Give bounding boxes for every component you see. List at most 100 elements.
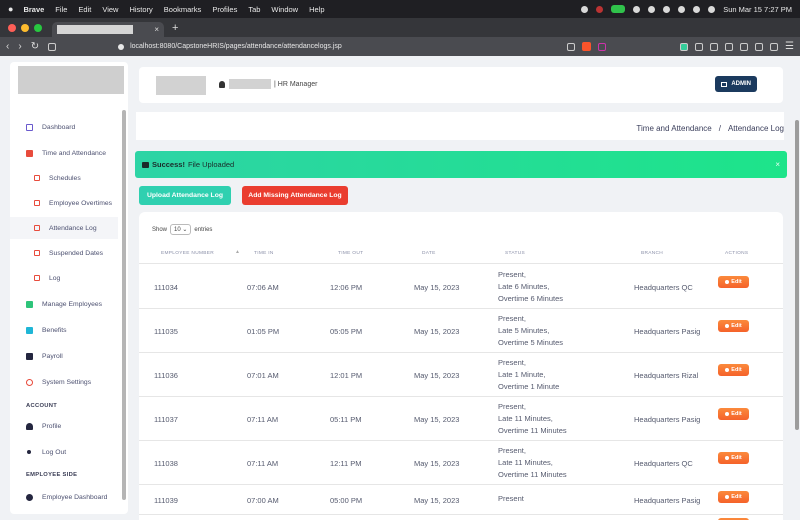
sidebar-item-manage-employees[interactable]: Manage Employees	[10, 293, 118, 315]
cell-date: May 15, 2023	[414, 283, 460, 292]
column-time-out[interactable]: TIME OUT	[338, 251, 363, 256]
wifi-icon[interactable]	[678, 5, 686, 13]
minimize-window-icon[interactable]	[21, 23, 29, 32]
play-icon[interactable]	[648, 5, 656, 13]
sidebar-item-suspended-dates[interactable]: Suspended Dates	[10, 242, 118, 264]
header-placeholder	[156, 76, 206, 95]
menu-file[interactable]: File	[55, 5, 67, 14]
close-window-icon[interactable]	[8, 23, 16, 32]
column-date[interactable]: DATE	[422, 251, 436, 256]
edit-button[interactable]: Edit	[718, 364, 749, 376]
menu-edit[interactable]: Edit	[78, 5, 91, 14]
menu-app[interactable]: Brave	[23, 5, 44, 14]
zoom-window-icon[interactable]	[34, 23, 42, 32]
rewards-icon[interactable]	[598, 42, 607, 51]
menu-help[interactable]: Help	[309, 5, 324, 14]
sidebar-item-system-settings[interactable]: System Settings	[10, 371, 118, 393]
extension-icon[interactable]	[680, 42, 689, 51]
cell-employee-number: 111035	[154, 327, 178, 336]
sidebar-item-label: Dashboard	[42, 123, 76, 131]
apple-icon[interactable]: ●	[8, 4, 13, 14]
record-icon[interactable]	[581, 5, 589, 13]
back-icon[interactable]: ‹	[6, 41, 9, 52]
tab-close-icon[interactable]: ×	[154, 25, 159, 34]
menu-tab[interactable]: Tab	[248, 5, 260, 14]
breadcrumb-parent[interactable]: Time and Attendance	[636, 124, 711, 133]
user-circle-icon	[26, 493, 33, 501]
brave-shields-icon[interactable]	[582, 42, 592, 51]
reload-icon[interactable]: ↻	[31, 41, 39, 52]
column-status[interactable]: STATUS	[505, 251, 525, 256]
menu-profiles[interactable]: Profiles	[212, 5, 237, 14]
tab-search-icon[interactable]	[740, 42, 749, 51]
sidebar-toggle-icon[interactable]	[725, 42, 734, 51]
status-line: Overtime 11 Minutes	[498, 470, 567, 479]
column-employee-number[interactable]: EMPLOYEE NUMBER	[161, 251, 214, 256]
cell-time-out: 05:05 PM	[330, 327, 363, 336]
top-header: | HR Manager ADMIN	[139, 67, 783, 103]
sidebar-item-employee-overtimes[interactable]: Employee Overtimes	[10, 192, 118, 214]
sidebar-item-profile[interactable]: Profile	[10, 415, 118, 437]
column-branch[interactable]: BRANCH	[641, 251, 663, 256]
cell-status: Present, Late 6 Minutes, Overtime 6 Minu…	[498, 269, 563, 305]
sidebar-item-dashboard[interactable]: Dashboard	[10, 116, 118, 138]
edit-button[interactable]: Edit	[718, 408, 749, 420]
sidebar-item-payroll[interactable]: Payroll	[10, 345, 118, 367]
status-line: Present,	[498, 270, 526, 279]
sidebar-item-log-out[interactable]: Log Out	[10, 441, 118, 463]
url-text[interactable]: localhost:8080/CapstoneHRIS/pages/attend…	[130, 43, 342, 50]
edit-button[interactable]: Edit	[718, 491, 749, 503]
cell-branch: Headquarters QC	[634, 283, 693, 292]
entries-select[interactable]: 10 ⌄	[170, 224, 192, 235]
edit-button[interactable]: Edit	[718, 276, 749, 288]
close-icon[interactable]: ×	[775, 160, 780, 169]
forward-icon[interactable]: ›	[18, 41, 21, 52]
globe-icon	[26, 378, 33, 386]
bookmark-icon[interactable]	[48, 42, 57, 51]
cell-time-in: 07:11 AM	[247, 415, 279, 424]
macos-menubar: ● Brave File Edit View History Bookmarks…	[0, 0, 800, 18]
sidebar-item-time-attendance[interactable]: Time and Attendance	[10, 142, 118, 164]
site-info-icon[interactable]	[118, 43, 125, 50]
success-alert: Success! File Uploaded ×	[135, 151, 787, 178]
menu-history[interactable]: History	[129, 5, 152, 14]
address-bar[interactable]: localhost:8080/CapstoneHRIS/pages/attend…	[118, 43, 342, 50]
edit-label: Edit	[731, 411, 742, 417]
cell-time-out: 05:11 PM	[330, 415, 362, 424]
sidebar-scrollbar[interactable]	[122, 110, 126, 500]
camera-icon[interactable]	[611, 5, 626, 13]
menu-window[interactable]: Window	[271, 5, 298, 14]
share-icon[interactable]	[567, 42, 576, 51]
admin-button[interactable]: ADMIN	[715, 76, 757, 92]
menu-icon[interactable]: ☰	[785, 41, 794, 52]
upload-attendance-log-button[interactable]: Upload Attendance Log	[139, 186, 231, 205]
cell-employee-number: 111036	[154, 371, 178, 380]
battery-icon[interactable]	[663, 5, 671, 13]
sidebar-item-schedules[interactable]: Schedules	[10, 167, 118, 189]
logo[interactable]	[18, 66, 124, 94]
add-missing-attendance-log-button[interactable]: Add Missing Attendance Log	[242, 186, 348, 205]
column-time-in[interactable]: TIME IN	[254, 251, 274, 256]
clock[interactable]: Sun Mar 15 7:27 PM	[723, 5, 792, 14]
sidebar-item-attendance-log[interactable]: Attendance Log	[10, 217, 118, 239]
edit-button[interactable]: Edit	[718, 320, 749, 332]
menu-bookmarks[interactable]: Bookmarks	[164, 5, 202, 14]
cell-employee-number: 111037	[154, 415, 178, 424]
browser-tab[interactable]: ×	[52, 22, 164, 37]
vpn-icon[interactable]	[770, 42, 779, 51]
sidebar-item-log[interactable]: Log	[10, 267, 118, 289]
control-center-icon[interactable]	[708, 5, 716, 13]
status-icon[interactable]	[596, 5, 604, 13]
sort-icon[interactable]: ▲	[235, 249, 240, 255]
cloud-icon[interactable]	[633, 5, 641, 13]
menu-view[interactable]: View	[102, 5, 118, 14]
extension-icon[interactable]	[710, 42, 719, 51]
leo-icon[interactable]	[755, 42, 764, 51]
search-icon[interactable]	[693, 5, 701, 13]
extension-icon[interactable]	[695, 42, 704, 51]
sidebar-item-benefits[interactable]: Benefits	[10, 319, 118, 341]
new-tab-button[interactable]: +	[172, 22, 178, 34]
sidebar-item-employee-dashboard[interactable]: Employee Dashboard	[10, 486, 118, 508]
page-scrollbar[interactable]	[795, 120, 799, 430]
edit-button[interactable]: Edit	[718, 452, 749, 464]
